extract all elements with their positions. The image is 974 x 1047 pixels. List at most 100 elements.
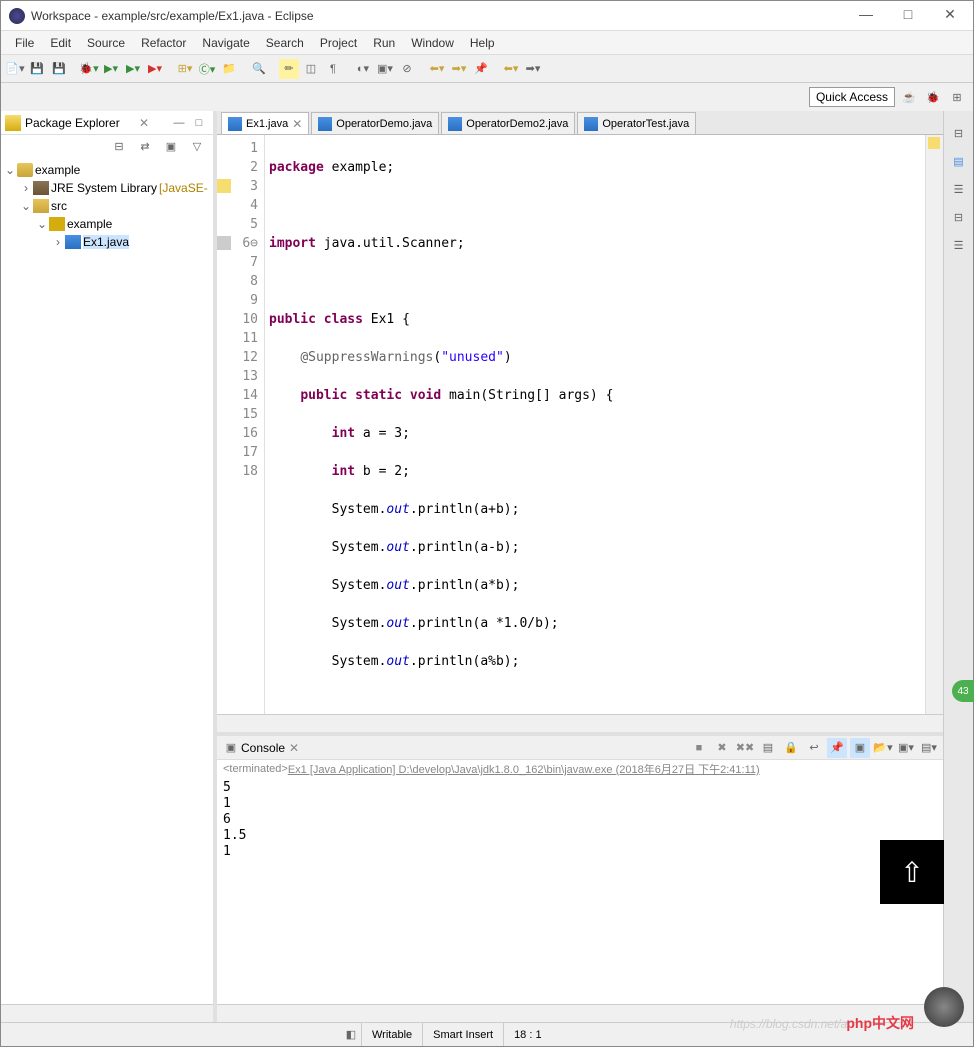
line-gutter: 1 2 3 4 5 6⊖ 7 8 9 10 11 12 13 14 15 16 … bbox=[217, 135, 265, 714]
toggle-block-icon[interactable]: ◫ bbox=[301, 59, 321, 79]
annotation-icon[interactable]: ◐▾ bbox=[353, 59, 373, 79]
open-type-icon[interactable]: 📁 bbox=[219, 59, 239, 79]
sidebar-scrollbar[interactable] bbox=[1, 1004, 213, 1022]
warning-indicator-icon[interactable] bbox=[928, 137, 940, 149]
tab-label: OperatorDemo2.java bbox=[466, 118, 568, 130]
console-view: ▣ Console ✕ ■ ✖ ✖✖ ▤ 🔒 ↩ 📌 ▣ 📂▾ ▣▾ ▤▾ bbox=[217, 732, 943, 1022]
menu-window[interactable]: Window bbox=[403, 34, 462, 52]
restore-icon[interactable]: ⊟ bbox=[949, 123, 969, 143]
run-icon[interactable]: ▶▾ bbox=[101, 59, 121, 79]
tree-jre[interactable]: › JRE System Library [JavaSE- bbox=[1, 179, 213, 197]
menu-edit[interactable]: Edit bbox=[42, 34, 79, 52]
restore2-icon[interactable]: ⊟ bbox=[949, 207, 969, 227]
maximize-button[interactable]: □ bbox=[893, 6, 923, 26]
java-file-icon bbox=[318, 117, 332, 131]
tab-operatortest[interactable]: OperatorTest.java bbox=[577, 112, 696, 134]
toggle-mark-icon[interactable]: ✏ bbox=[279, 59, 299, 79]
scroll-top-button[interactable]: ⇧ bbox=[880, 840, 944, 904]
pin-console-icon[interactable]: 📌 bbox=[827, 738, 847, 758]
terminate-icon[interactable]: ■ bbox=[689, 738, 709, 758]
view-menu-icon[interactable]: ▽ bbox=[187, 136, 207, 156]
nav-forward-icon[interactable]: ➡▾ bbox=[523, 59, 543, 79]
new-package-icon[interactable]: ⊞▾ bbox=[175, 59, 195, 79]
warning-marker-icon[interactable] bbox=[217, 179, 231, 193]
editor-scrollbar[interactable] bbox=[217, 714, 943, 732]
outline2-icon[interactable]: ☰ bbox=[949, 235, 969, 255]
twisty-closed-icon[interactable]: › bbox=[51, 235, 65, 249]
overview-ruler[interactable] bbox=[925, 135, 943, 714]
menu-file[interactable]: File bbox=[7, 34, 42, 52]
remove-launch-icon[interactable]: ✖ bbox=[712, 738, 732, 758]
twisty-closed-icon[interactable]: › bbox=[19, 181, 33, 195]
new-icon[interactable]: 📄▾ bbox=[5, 59, 25, 79]
new-console-icon[interactable]: ▤▾ bbox=[919, 738, 939, 758]
collapse-all-icon[interactable]: ⊟ bbox=[109, 136, 129, 156]
sidebar-close-icon[interactable]: ✕ bbox=[139, 116, 149, 130]
clear-console-icon[interactable]: ▤ bbox=[758, 738, 778, 758]
debug-icon[interactable]: 🐞▾ bbox=[79, 59, 99, 79]
tree-file[interactable]: › Ex1.java bbox=[1, 233, 213, 251]
coverage-icon[interactable]: ▶▾ bbox=[123, 59, 143, 79]
tab-label: OperatorTest.java bbox=[602, 118, 689, 130]
perspective-open-icon[interactable]: ⊞ bbox=[947, 87, 967, 107]
skip-breakpoints-icon[interactable]: ⊘ bbox=[397, 59, 417, 79]
tab-ex1[interactable]: Ex1.java ✕ bbox=[221, 112, 309, 134]
tree-project[interactable]: ⌄ example bbox=[1, 161, 213, 179]
code-content[interactable]: package example; import java.util.Scanne… bbox=[265, 135, 925, 714]
next-annotation-icon[interactable]: ▣▾ bbox=[375, 59, 395, 79]
perspective-debug-icon[interactable]: 🐞 bbox=[923, 87, 943, 107]
tree-src[interactable]: ⌄ src bbox=[1, 197, 213, 215]
floating-badge[interactable]: 43 bbox=[952, 680, 974, 702]
show-whitespace-icon[interactable]: ¶ bbox=[323, 59, 343, 79]
focus-task-icon[interactable]: ▣ bbox=[161, 136, 181, 156]
twisty-open-icon[interactable]: ⌄ bbox=[19, 199, 33, 213]
save-all-icon[interactable]: 💾 bbox=[49, 59, 69, 79]
close-console-icon[interactable]: ✕ bbox=[289, 741, 299, 755]
remove-all-icon[interactable]: ✖✖ bbox=[735, 738, 755, 758]
tab-operatordemo[interactable]: OperatorDemo.java bbox=[311, 112, 439, 134]
close-tab-icon[interactable]: ✕ bbox=[292, 117, 302, 131]
scroll-lock-icon[interactable]: 🔒 bbox=[781, 738, 801, 758]
save-icon[interactable]: 💾 bbox=[27, 59, 47, 79]
open-console-icon[interactable]: 📂▾ bbox=[873, 738, 893, 758]
perspective-java-icon[interactable]: ☕ bbox=[899, 87, 919, 107]
run-last-icon[interactable]: ▶▾ bbox=[145, 59, 165, 79]
new-class-icon[interactable]: Ⓒ▾ bbox=[197, 59, 217, 79]
forward-icon[interactable]: ➡▾ bbox=[449, 59, 469, 79]
console-output[interactable]: 5 1 6 1.5 1 bbox=[217, 778, 943, 1004]
java-file-icon bbox=[448, 117, 462, 131]
back-icon[interactable]: ⬅▾ bbox=[427, 59, 447, 79]
tab-operatordemo2[interactable]: OperatorDemo2.java bbox=[441, 112, 575, 134]
code-editor[interactable]: 1 2 3 4 5 6⊖ 7 8 9 10 11 12 13 14 15 16 … bbox=[217, 135, 943, 714]
avatar[interactable] bbox=[924, 987, 964, 1027]
menu-source[interactable]: Source bbox=[79, 34, 133, 52]
task-list-icon[interactable]: ☰ bbox=[949, 179, 969, 199]
close-button[interactable]: ✕ bbox=[935, 6, 965, 26]
menu-run[interactable]: Run bbox=[365, 34, 403, 52]
quick-access[interactable]: Quick Access bbox=[809, 87, 895, 107]
show-console-icon[interactable]: ▣ bbox=[850, 738, 870, 758]
menu-project[interactable]: Project bbox=[312, 34, 365, 52]
outline-icon[interactable]: ▤ bbox=[949, 151, 969, 171]
menu-refactor[interactable]: Refactor bbox=[133, 34, 194, 52]
minimize-button[interactable]: ― bbox=[851, 6, 881, 26]
word-wrap-icon[interactable]: ↩ bbox=[804, 738, 824, 758]
package-tree: ⌄ example › JRE System Library [JavaSE- … bbox=[1, 157, 213, 1004]
tree-label: example bbox=[35, 163, 80, 177]
twisty-open-icon[interactable]: ⌄ bbox=[35, 217, 49, 231]
menu-help[interactable]: Help bbox=[462, 34, 503, 52]
twisty-open-icon[interactable]: ⌄ bbox=[3, 163, 17, 177]
search-icon[interactable]: 🔍 bbox=[249, 59, 269, 79]
display-console-icon[interactable]: ▣▾ bbox=[896, 738, 916, 758]
pin-icon[interactable]: 📌 bbox=[471, 59, 491, 79]
maximize-view-icon[interactable]: □ bbox=[189, 113, 209, 133]
menu-navigate[interactable]: Navigate bbox=[194, 34, 257, 52]
tree-package[interactable]: ⌄ example bbox=[1, 215, 213, 233]
status-icon[interactable]: ◧ bbox=[341, 1025, 361, 1045]
link-editor-icon[interactable]: ⇄ bbox=[135, 136, 155, 156]
sidebar-header: Package Explorer ✕ ― □ bbox=[1, 111, 213, 135]
nav-back-icon[interactable]: ⬅▾ bbox=[501, 59, 521, 79]
menu-search[interactable]: Search bbox=[258, 34, 312, 52]
fold-marker-icon[interactable] bbox=[217, 236, 231, 250]
minimize-view-icon[interactable]: ― bbox=[169, 113, 189, 133]
